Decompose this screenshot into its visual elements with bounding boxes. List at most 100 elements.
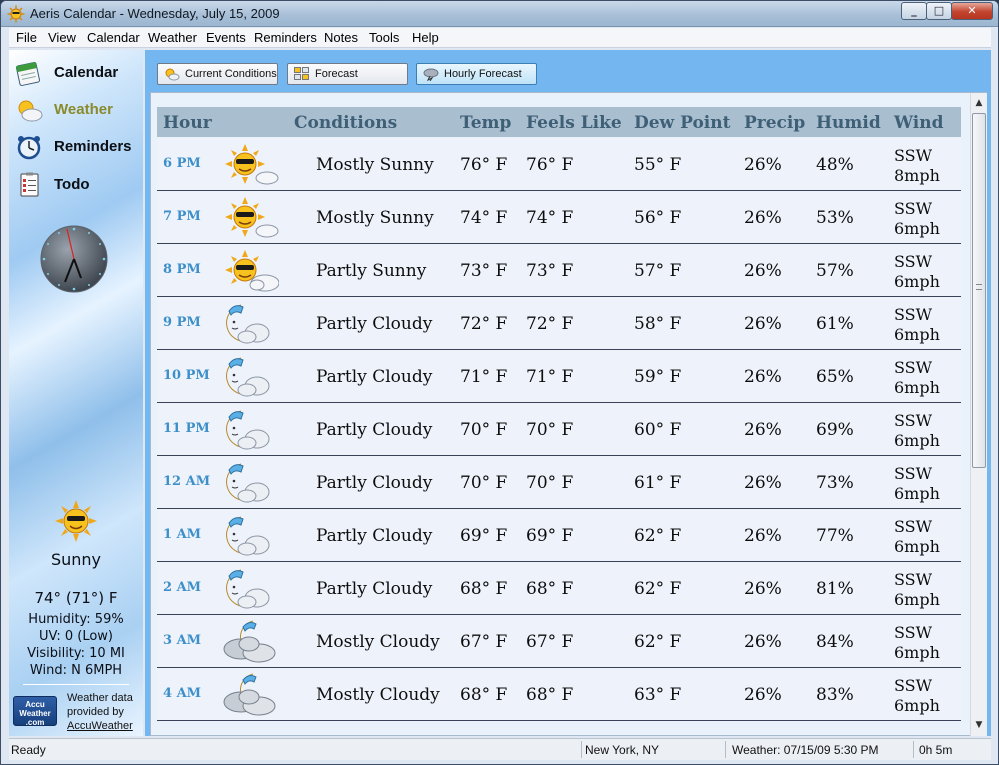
menu-reminders[interactable]: Reminders xyxy=(254,30,317,45)
feels-like-cell: 71° F xyxy=(526,367,574,387)
table-row[interactable]: 4 AM Mostly Cloudy 68° F 68° F 63° F 26% 83% SS… xyxy=(157,668,961,721)
humid-cell: 48% xyxy=(816,155,854,175)
button-label: Hourly Forecast xyxy=(444,68,522,80)
conditions-cell: Partly Cloudy xyxy=(316,420,433,440)
precip-cell: 26% xyxy=(744,632,782,652)
feels-like-cell: 74° F xyxy=(526,208,574,228)
column-header-temp[interactable]: Temp xyxy=(460,113,511,133)
hour-cell: 12 AM xyxy=(163,474,211,489)
table-row[interactable]: 11 PM Partly Cloudy 70° F 70° F 60° F 26% 69% S… xyxy=(157,403,961,456)
table-row[interactable]: 2 AM Partly Cloudy 68° F 68° F 62° F 26% 81% SS… xyxy=(157,562,961,615)
temp-cell: 69° F xyxy=(460,526,508,546)
scroll-thumb[interactable] xyxy=(972,113,986,468)
wind-speed: 6mph xyxy=(894,272,940,291)
dew-point-cell: 62° F xyxy=(634,632,682,652)
sidebar-item-reminders[interactable]: Reminders xyxy=(15,132,139,162)
hourly-forecast-button[interactable]: Hourly Forecast xyxy=(416,63,537,85)
scroll-grip xyxy=(976,284,982,290)
mostly-sunny-icon xyxy=(225,144,279,185)
menu-tools[interactable]: Tools xyxy=(369,30,399,45)
conditions-cell: Mostly Cloudy xyxy=(316,632,440,652)
menu-notes[interactable]: Notes xyxy=(324,30,358,45)
humid-cell: 65% xyxy=(816,367,854,387)
table-row[interactable]: 1 AM Partly Cloudy 69° F 69° F 62° F 26% 77% SS… xyxy=(157,509,961,562)
precip-cell: 26% xyxy=(744,261,782,281)
table-header: Hour Conditions Temp Feels Like Dew Poin… xyxy=(157,107,961,137)
precip-cell: 26% xyxy=(744,579,782,599)
dew-point-cell: 62° F xyxy=(634,526,682,546)
wind-cell: SSW 6mph xyxy=(894,252,940,292)
humid-cell: 83% xyxy=(816,685,854,705)
app-window: Aeris Calendar - Wednesday, July 15, 200… xyxy=(0,0,999,765)
hour-cell: 10 PM xyxy=(163,368,210,383)
wind-speed: 6mph xyxy=(894,431,940,450)
feels-like-cell: 68° F xyxy=(526,685,574,705)
sidebar-item-calendar[interactable]: Calendar xyxy=(15,58,139,88)
storm-cloud-icon xyxy=(423,68,439,81)
humid-cell: 77% xyxy=(816,526,854,546)
conditions-cell: Partly Cloudy xyxy=(316,314,433,334)
mostly-cloudy-night-icon xyxy=(223,620,276,663)
mostly-sunny-icon xyxy=(225,197,279,238)
menu-weather[interactable]: Weather xyxy=(148,30,197,45)
humid-cell: 84% xyxy=(816,632,854,652)
wind-cell: SSW 6mph xyxy=(894,199,940,239)
vertical-scrollbar[interactable]: ▲ ▼ xyxy=(970,93,987,736)
hour-cell: 2 AM xyxy=(163,580,202,595)
menu-help[interactable]: Help xyxy=(412,30,439,45)
table-row[interactable]: 9 PM Partly Cloudy 72° F 72° F 58° F 26% 61% SS… xyxy=(157,297,961,350)
current-conditions-button[interactable]: Current Conditions xyxy=(157,63,278,85)
partly-cloudy-night-icon xyxy=(226,410,270,450)
button-label: Current Conditions xyxy=(185,68,277,80)
status-location: New York, NY xyxy=(585,743,660,757)
wind-cell: SSW 6mph xyxy=(894,676,940,716)
menu-events[interactable]: Events xyxy=(206,30,246,45)
table-row[interactable]: 7 PM Mostly Sunny 74° F 74° F 56° F 26% 53% SSW… xyxy=(157,191,961,244)
wind-speed: 8mph xyxy=(894,166,940,185)
table-row[interactable]: 8 PM Partly Sunny 73° F 73° F 57° F 26% 57% SSW… xyxy=(157,244,961,297)
table-row[interactable]: 6 PM Mostly Sunny 76° F 76° F 55° F 26% 48% SSW… xyxy=(157,138,961,191)
column-header-wind[interactable]: Wind xyxy=(894,113,944,133)
conditions-cell: Partly Cloudy xyxy=(316,526,433,546)
menu-file[interactable]: File xyxy=(16,30,37,45)
column-header-dew-point[interactable]: Dew Point xyxy=(634,113,730,133)
table-row[interactable]: 3 AM Mostly Cloudy 67° F 67° F 62° F 26% 84% SS… xyxy=(157,615,961,668)
wind-speed: 6mph xyxy=(894,537,940,556)
logo-line: .com xyxy=(25,718,45,727)
column-header-feels-like[interactable]: Feels Like xyxy=(526,113,622,133)
logo-line: Weather xyxy=(19,709,51,718)
column-header-conditions[interactable]: Conditions xyxy=(294,113,397,133)
minimize-button[interactable]: _ xyxy=(901,2,927,20)
table-row[interactable]: 10 PM Partly Cloudy 71° F 71° F 59° F 26% 65% S… xyxy=(157,350,961,403)
close-button[interactable]: ✕ xyxy=(951,2,993,20)
column-header-precip[interactable]: Precip xyxy=(744,113,805,133)
logo-line: Accu xyxy=(25,700,45,709)
accuweather-link[interactable]: AccuWeather xyxy=(67,719,143,733)
table-row[interactable]: 12 AM Partly Cloudy 70° F 70° F 61° F 26% 73% S… xyxy=(157,456,961,509)
dew-point-cell: 59° F xyxy=(634,367,682,387)
column-header-humid[interactable]: Humid xyxy=(816,113,881,133)
humid-cell: 69% xyxy=(816,420,854,440)
sidebar-item-label: Reminders xyxy=(54,138,132,155)
dew-point-cell: 56° F xyxy=(634,208,682,228)
weather-icon xyxy=(18,100,43,122)
maximize-button[interactable]: □ xyxy=(926,2,952,20)
hour-cell: 1 AM xyxy=(163,527,202,542)
wind-direction: SSW xyxy=(894,570,933,589)
status-weather-time: Weather: 07/15/09 5:30 PM xyxy=(732,743,879,757)
sidebar-item-weather[interactable]: Weather xyxy=(15,95,139,125)
menu-view[interactable]: View xyxy=(48,30,76,45)
wind-direction: SSW xyxy=(894,305,933,324)
column-header-hour[interactable]: Hour xyxy=(163,113,212,133)
wind-cell: SSW 6mph xyxy=(894,570,940,610)
status-divider xyxy=(581,741,582,758)
scroll-down-arrow[interactable]: ▼ xyxy=(973,719,985,731)
scroll-up-arrow[interactable]: ▲ xyxy=(973,97,985,109)
title-bar[interactable]: Aeris Calendar - Wednesday, July 15, 200… xyxy=(1,1,998,27)
humid-cell: 61% xyxy=(816,314,854,334)
forecast-button[interactable]: Forecast xyxy=(287,63,408,85)
temp-cell: 71° F xyxy=(460,367,508,387)
sidebar-item-todo[interactable]: Todo xyxy=(15,170,139,200)
menu-calendar[interactable]: Calendar xyxy=(87,30,140,45)
accuweather-logo[interactable]: Accu Weather .com xyxy=(13,696,57,727)
